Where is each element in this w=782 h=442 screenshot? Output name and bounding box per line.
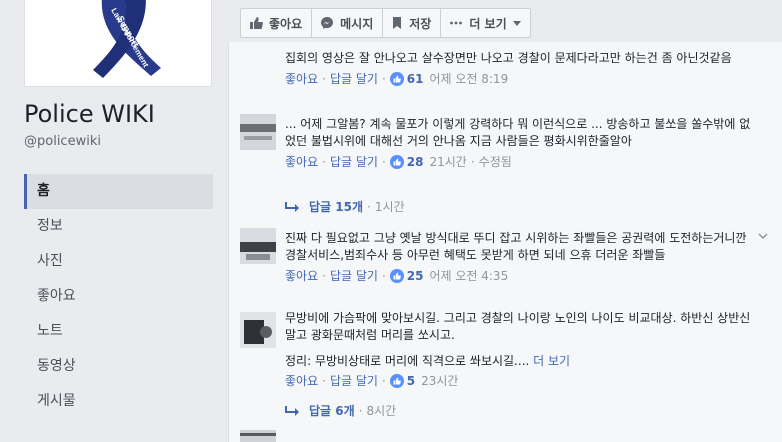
reply-arrow-icon (285, 405, 299, 416)
comment-like-link[interactable]: 좋아요 (285, 154, 318, 170)
comment-meta: 좋아요 · 답글 달기 · 5 23시간 (285, 373, 459, 389)
nav-item-about[interactable]: 정보 (24, 209, 213, 244)
ellipsis-icon (449, 16, 463, 30)
comment-time[interactable]: 21시간 (429, 154, 466, 170)
page-profile-picture[interactable]: Support Law Enforcement (24, 0, 212, 87)
nav-item-notes[interactable]: 노트 (24, 314, 213, 349)
avatar[interactable] (240, 228, 276, 264)
bookmark-icon (391, 16, 403, 30)
caret-down-icon (512, 20, 521, 26)
reaction-count[interactable]: 28 (407, 154, 424, 170)
see-more-link[interactable]: 더 보기 (533, 354, 570, 368)
comment: 집회의 영상은 잘 안나오고 살수장면만 나오고 경찰이 문제다라고만 하는건 … (285, 50, 755, 87)
more-button[interactable]: 더 보기 (440, 8, 531, 38)
replies-time: 1시간 (374, 200, 405, 214)
message-label: 메시지 (340, 16, 374, 31)
comment: ... 어제 그알봄? 계속 물포가 이렇게 강력하다 뭐 이런식으로 ... … (285, 116, 755, 170)
like-reaction-icon (389, 155, 404, 169)
view-replies-link[interactable]: 답글 6개 · 8시간 (285, 402, 396, 419)
comment-like-link[interactable]: 좋아요 (285, 71, 318, 87)
view-replies-link[interactable]: 답글 15개 · 1시간 (285, 198, 405, 215)
save-label: 저장 (409, 16, 432, 31)
comment-meta: 좋아요 · 답글 달기 · 61 어제 오전 8:19 (285, 71, 509, 87)
page-handle[interactable]: @policewiki (24, 134, 101, 149)
more-label: 더 보기 (469, 16, 507, 31)
replies-time: 8시간 (366, 404, 397, 418)
nav-item-home[interactable]: 홈 (24, 174, 213, 209)
comment-text-summary: 정리: 무방비상태로 머리에 직격으로 쏴보시길.... (285, 354, 530, 368)
like-page-button[interactable]: 좋아요 (240, 8, 313, 38)
nav-item-photos[interactable]: 사진 (24, 244, 213, 279)
page-action-bar: 좋아요 메시지 저장 더 보기 (240, 8, 531, 38)
comment-text: 진짜 다 필요없고 그냥 옛날 방식대로 뚜디 잡고 시위하는 좌빨들은 공권력… (285, 231, 747, 262)
comment-text: 집회의 영상은 잘 안나오고 살수장면만 나오고 경찰이 문제다라고만 하는건 … (285, 51, 732, 65)
comment-text: 무방비에 가슴팍에 맞아보시길. 그리고 경찰의 나이랑 노인의 나이도 비교대… (285, 311, 751, 342)
avatar[interactable] (240, 114, 276, 150)
comment-meta: 좋아요 · 답글 달기 · 25 어제 오전 4:35 (285, 268, 509, 284)
reaction-count[interactable]: 5 (407, 373, 415, 389)
replies-count[interactable]: 답글 6개 (309, 402, 355, 419)
like-page-label: 좋아요 (269, 16, 303, 31)
comment-reply-link[interactable]: 답글 달기 (330, 154, 378, 170)
edited-label[interactable]: 수정됨 (479, 154, 512, 170)
replies-count[interactable]: 답글 15개 (309, 198, 363, 215)
comment-text: ... 어제 그알봄? 계속 물포가 이렇게 강력하다 뭐 이런식으로 ... … (285, 117, 751, 148)
comment-reply-link[interactable]: 답글 달기 (330, 71, 378, 87)
comment: 진짜 다 필요없고 그냥 옛날 방식대로 뚜디 잡고 시위하는 좌빨들은 공권력… (285, 230, 755, 284)
comment-like-link[interactable]: 좋아요 (285, 268, 318, 284)
like-reaction-icon (389, 269, 404, 283)
like-reaction-icon (389, 374, 404, 388)
nav-item-videos[interactable]: 동영상 (24, 349, 213, 384)
nav-item-likes[interactable]: 좋아요 (24, 279, 213, 314)
comment-time[interactable]: 어제 오전 8:19 (429, 71, 508, 87)
avatar[interactable] (240, 312, 276, 348)
reply-arrow-icon (285, 201, 299, 212)
message-button[interactable]: 메시지 (311, 8, 384, 38)
nav-item-posts[interactable]: 게시물 (24, 384, 213, 419)
page-title[interactable]: Police WIKI (24, 100, 155, 128)
comment: 무방비에 가슴팍에 맞아보시길. 그리고 경찰의 나이랑 노인의 나이도 비교대… (285, 310, 755, 389)
comment-reply-link[interactable]: 답글 달기 (330, 268, 378, 284)
comment-reply-link[interactable]: 답글 달기 (330, 373, 378, 389)
comment-meta: 좋아요 · 답글 달기 · 28 21시간 · 수정됨 (285, 154, 512, 170)
comment-time[interactable]: 23시간 (421, 373, 458, 389)
blue-ribbon-icon: Support Law Enforcement (25, 0, 211, 86)
comment-text-more: 정리: 무방비상태로 머리에 직격으로 쏴보시길.... 더 보기 (285, 353, 755, 370)
comments-panel: 집회의 영상은 잘 안나오고 살수장면만 나오고 경찰이 문제다라고만 하는건 … (228, 42, 782, 442)
thumbs-up-icon (249, 16, 263, 30)
save-button[interactable]: 저장 (382, 8, 442, 38)
comment-time[interactable]: 어제 오전 4:35 (429, 268, 508, 284)
like-reaction-icon (389, 72, 404, 86)
reaction-count[interactable]: 25 (407, 268, 424, 284)
page-nav: 홈 정보 사진 좋아요 노트 동영상 게시물 (24, 174, 213, 419)
messenger-icon (320, 16, 334, 30)
reaction-count[interactable]: 61 (407, 71, 424, 87)
chevron-down-icon[interactable] (757, 230, 769, 242)
comment-like-link[interactable]: 좋아요 (285, 373, 318, 389)
